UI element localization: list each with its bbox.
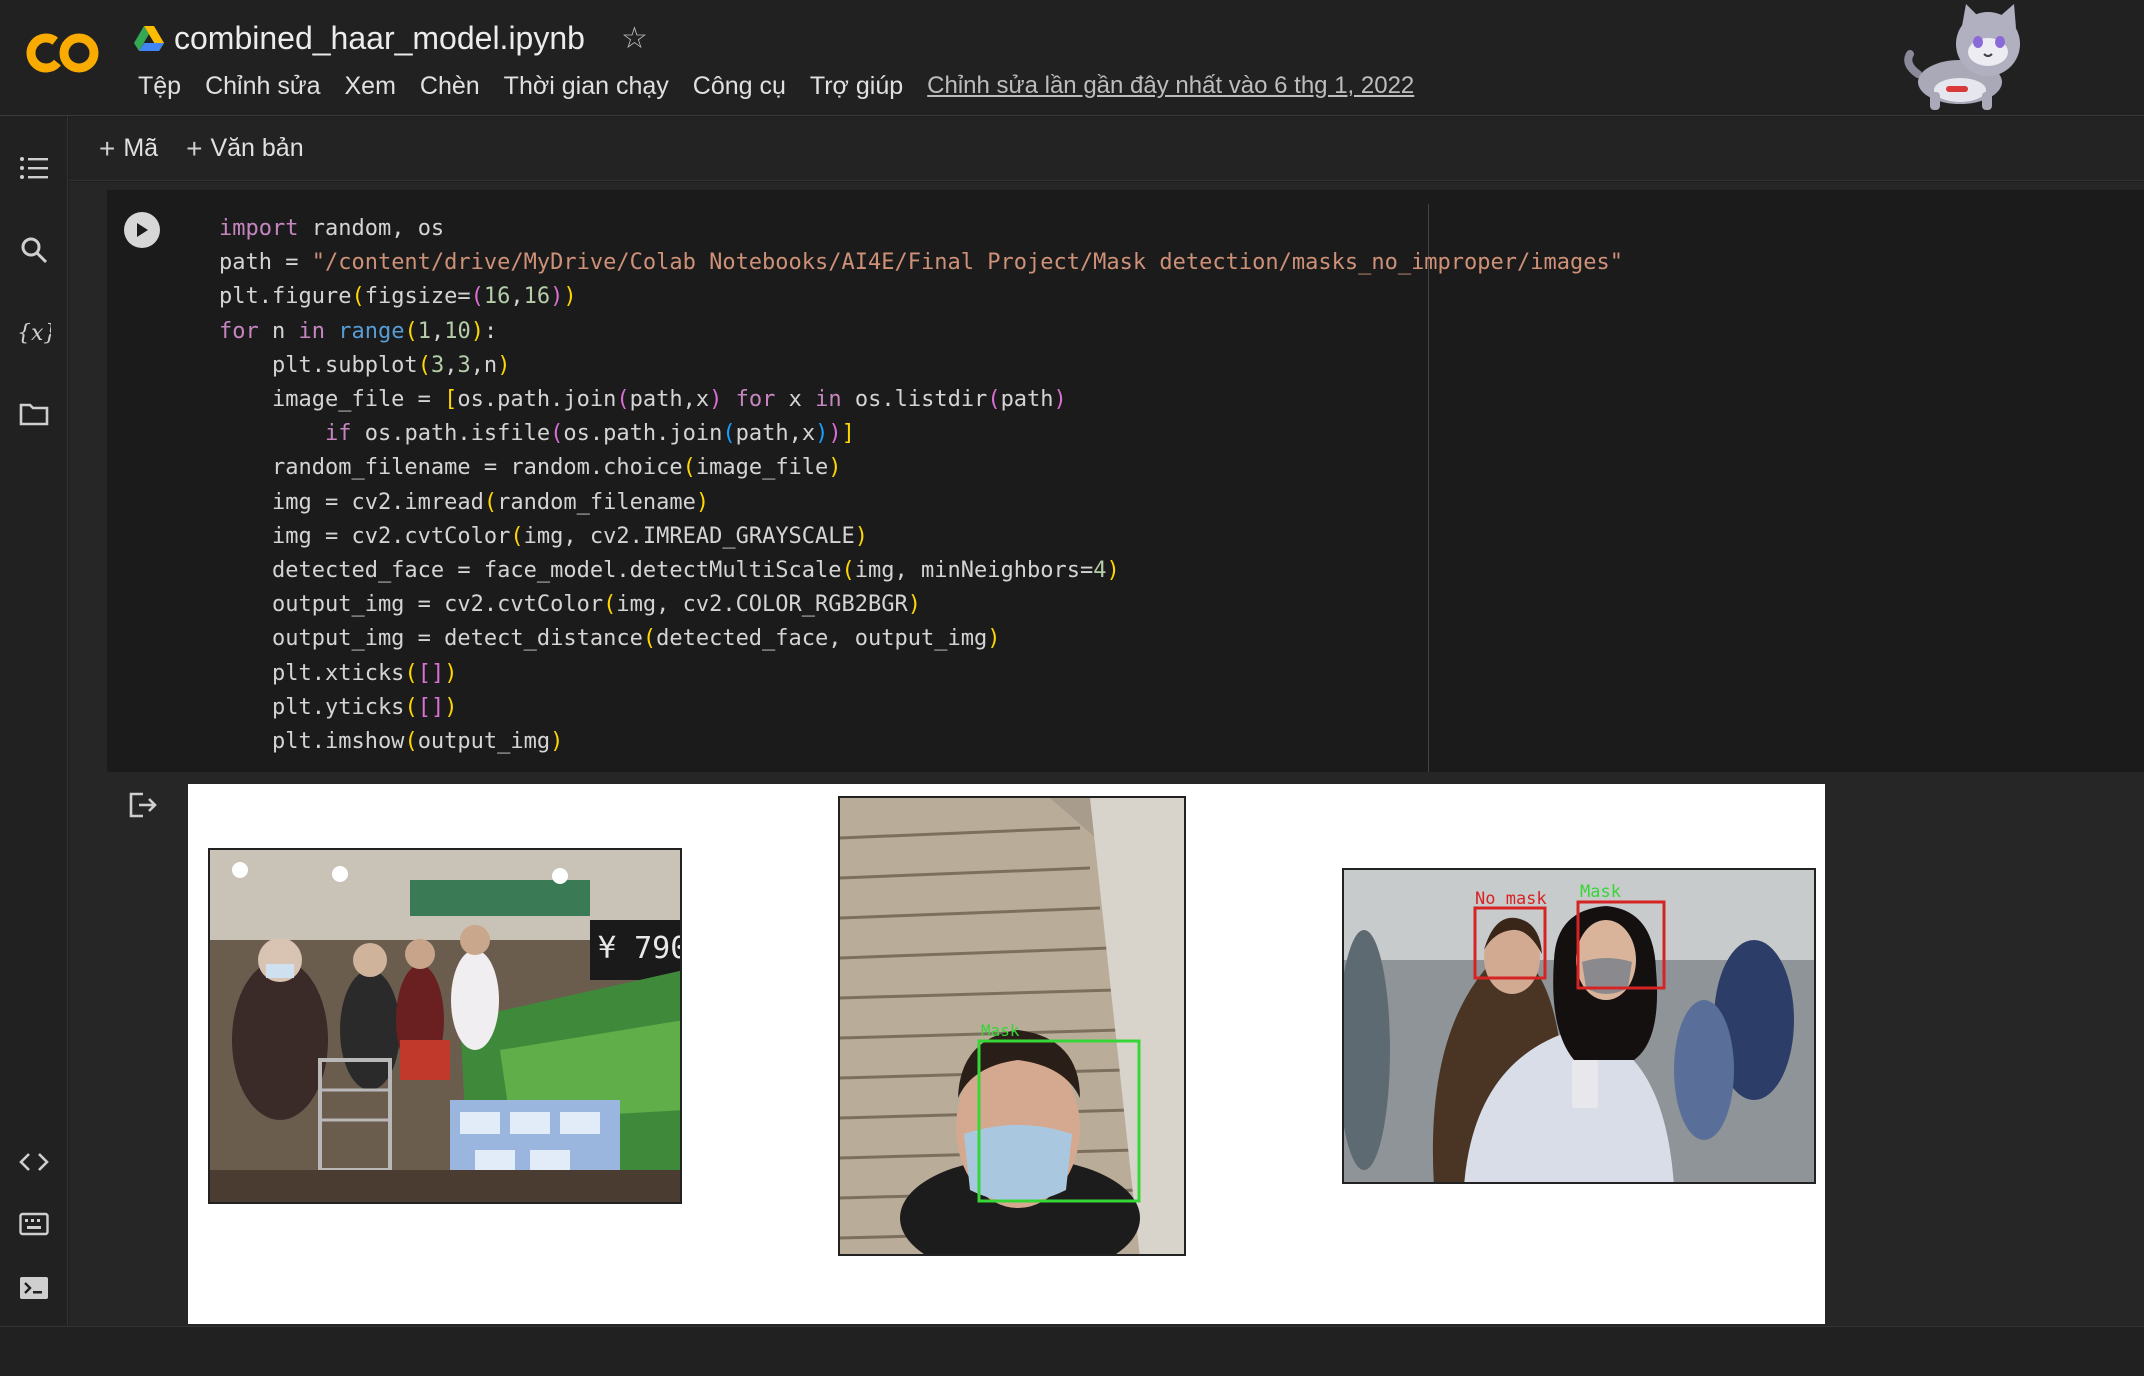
add-text-label: Văn bản	[210, 134, 304, 162]
code-line: img = cv2.cvtColor(img, cv2.IMREAD_GRAYS…	[219, 523, 869, 549]
code-line: path = "/content/drive/MyDrive/Colab Not…	[219, 250, 1623, 276]
code-line: for n in range(1,10):	[219, 318, 498, 344]
add-code-label: Mã	[123, 134, 159, 162]
add-text-cell-button[interactable]: + Văn bản	[186, 133, 304, 165]
output-image-2: Mask	[838, 796, 1186, 1256]
code-line: plt.xticks([])	[219, 660, 458, 686]
add-code-cell-button[interactable]: + Mã	[99, 133, 158, 165]
mask-label: Mask	[981, 1021, 1020, 1040]
code-line: image_file = [os.path.join(path,x) for x…	[219, 387, 1067, 413]
command-palette-icon[interactable]	[14, 1204, 54, 1244]
clear-output-icon[interactable]	[127, 790, 161, 820]
cell-output: ¥ 790 Mask No mask Mask	[188, 784, 1825, 1324]
menu-file[interactable]: Tệp	[126, 72, 193, 101]
output-image-1: ¥ 790	[208, 848, 682, 1204]
menu-bar: Tệp Chỉnh sửa Xem Chèn Thời gian chạy Cô…	[126, 66, 1414, 106]
svg-text:¥ 790: ¥ 790	[598, 931, 682, 966]
menu-runtime[interactable]: Thời gian chạy	[492, 72, 681, 101]
code-line: plt.yticks([])	[219, 694, 458, 720]
code-line: output_img = cv2.cvtColor(img, cv2.COLOR…	[219, 592, 922, 618]
code-line: plt.figure(figsize=(16,16))	[219, 284, 577, 310]
header-bar: combined_haar_model.ipynb ☆ Tệp Chỉnh sử…	[0, 0, 2144, 116]
code-cell[interactable]: import random, os path = "/content/drive/…	[107, 190, 2144, 772]
menu-help[interactable]: Trợ giúp	[798, 72, 915, 101]
code-line: output_img = detect_distance(detected_fa…	[219, 626, 1001, 652]
code-line: plt.subplot(3,3,n)	[219, 352, 511, 378]
menu-insert[interactable]: Chèn	[408, 72, 492, 101]
star-icon[interactable]: ☆	[621, 21, 648, 56]
notebook-area: import random, os path = "/content/drive/…	[69, 182, 2144, 1326]
folder-icon[interactable]	[14, 394, 54, 434]
code-line: if os.path.isfile(os.path.join(path,x))]	[324, 421, 855, 447]
code-line: import random, os	[219, 216, 445, 241]
status-bar	[0, 1326, 2144, 1376]
play-icon	[137, 223, 148, 237]
mask-label: Mask	[1580, 882, 1621, 902]
code-line: plt.imshow(output_img)	[219, 729, 564, 755]
code-line: random_filename = random.choice(image_fi…	[219, 455, 842, 481]
variables-icon[interactable]: {x}	[14, 312, 54, 352]
menu-edit[interactable]: Chỉnh sửa	[193, 72, 332, 101]
run-cell-button[interactable]	[124, 212, 160, 248]
google-drive-icon	[134, 26, 164, 51]
code-editor[interactable]: import random, os path = "/content/drive/…	[219, 212, 1623, 759]
plus-icon: +	[99, 132, 116, 164]
table-of-contents-icon[interactable]	[14, 148, 54, 188]
left-sidebar: {x}	[0, 116, 68, 1326]
menu-view[interactable]: Xem	[333, 72, 408, 101]
code-line: detected_face = face_model.detectMultiSc…	[219, 558, 1120, 584]
notebook-title[interactable]: combined_haar_model.ipynb	[174, 20, 585, 57]
search-icon[interactable]	[14, 230, 54, 270]
colab-logo[interactable]	[24, 28, 102, 78]
svg-text:{x}: {x}	[17, 321, 51, 346]
code-snippets-icon[interactable]	[14, 1142, 54, 1182]
notebook-toolbar: + Mã + Văn bản	[69, 117, 2144, 181]
code-line: img = cv2.imread(random_filename)	[219, 489, 710, 515]
terminal-icon[interactable]	[14, 1268, 54, 1308]
menu-tools[interactable]: Công cụ	[681, 72, 798, 101]
cat-mascot-icon	[1904, 4, 2020, 110]
last-edit-link[interactable]: Chỉnh sửa lần gần đây nhất vào 6 thg 1, …	[927, 72, 1414, 100]
plus-icon: +	[186, 132, 203, 164]
output-image-3: No mask Mask	[1342, 868, 1816, 1184]
no-mask-label: No mask	[1475, 889, 1547, 909]
